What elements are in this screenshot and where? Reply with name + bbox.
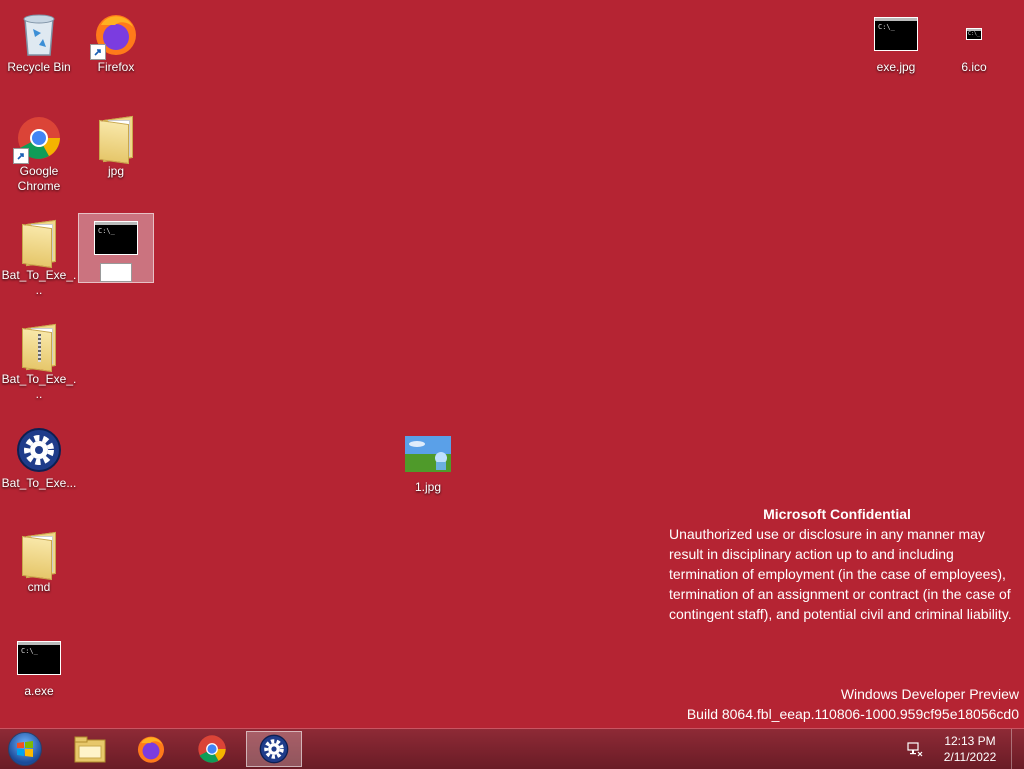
confidential-watermark: Microsoft Confidential Unauthorized use … xyxy=(669,504,1019,624)
gear-icon xyxy=(15,426,63,474)
folder-icon xyxy=(92,114,140,165)
firefox-icon xyxy=(137,736,165,763)
taskbar-chrome[interactable] xyxy=(184,731,240,767)
windows-logo-icon xyxy=(8,732,42,766)
small-cmd-icon: C:\_ xyxy=(950,10,998,58)
desktop-icon-label: Bat_To_Exe... xyxy=(1,476,77,490)
desktop-icon-jpg-folder[interactable]: jpg xyxy=(78,110,154,179)
desktop-icon-label: Recycle Bin xyxy=(7,60,71,74)
taskbar-file-explorer[interactable] xyxy=(62,731,118,767)
shortcut-arrow-icon xyxy=(90,44,106,60)
image-thumbnail-icon xyxy=(404,430,452,478)
desktop-icon-recycle-bin[interactable]: Recycle Bin xyxy=(1,6,77,75)
confidential-body: Unauthorized use or disclosure in any ma… xyxy=(669,526,1012,622)
desktop-icon-cmd-folder[interactable]: cmd xyxy=(1,526,77,595)
show-desktop-button[interactable] xyxy=(1011,729,1024,769)
desktop-icon-selected-renaming[interactable]: C:\_ xyxy=(78,213,154,283)
desktop-icon-label: 1.jpg xyxy=(414,480,442,494)
desktop-icon-a-exe[interactable]: C:\_ a.exe xyxy=(1,630,77,699)
recycle-bin-icon xyxy=(15,10,63,58)
desktop-icon-1-jpg[interactable]: 1.jpg xyxy=(390,426,466,495)
chrome-icon xyxy=(13,114,63,164)
desktop-icon-label: Google Chrome xyxy=(17,164,61,193)
desktop-icon-exe-jpg[interactable]: C:\_ exe.jpg xyxy=(858,6,934,75)
system-tray: 12:13 PM 2/11/2022 xyxy=(903,729,1024,769)
desktop-icon-label: Firefox xyxy=(97,60,135,74)
confidential-heading: Microsoft Confidential xyxy=(763,506,911,522)
gear-icon xyxy=(259,734,289,764)
taskbar: 12:13 PM 2/11/2022 xyxy=(0,728,1024,769)
cmd-window-icon: C:\_ xyxy=(92,218,140,258)
network-icon[interactable] xyxy=(903,737,927,761)
folder-icon xyxy=(15,530,63,581)
build-watermark: Windows Developer Preview Build 8064.fbl… xyxy=(687,684,1019,724)
desktop[interactable]: Recycle Bin Firefox Google Chrome jpg Ba… xyxy=(0,0,1024,728)
cmd-window-icon: C:\_ xyxy=(15,634,63,682)
desktop-icon-bat-to-exe-folder[interactable]: Bat_To_Exe_... xyxy=(1,214,77,298)
taskbar-firefox[interactable] xyxy=(123,731,179,767)
start-button[interactable] xyxy=(6,731,44,767)
desktop-icon-label: Bat_To_Exe_... xyxy=(1,372,77,401)
desktop-icon-bat-to-exe-app[interactable]: Bat_To_Exe... xyxy=(1,422,77,491)
file-explorer-icon xyxy=(74,736,106,763)
zip-folder-icon xyxy=(15,322,63,373)
product-name: Windows Developer Preview xyxy=(840,686,1019,702)
folder-icon xyxy=(15,218,63,269)
desktop-icon-label: jpg xyxy=(107,164,124,178)
clock-time: 12:13 PM xyxy=(944,734,996,748)
rename-input[interactable] xyxy=(100,263,132,282)
desktop-icon-6-ico[interactable]: C:\_ 6.ico xyxy=(936,6,1012,75)
desktop-icon-label: Bat_To_Exe_... xyxy=(1,268,77,297)
cmd-window-icon: C:\_ xyxy=(872,10,920,58)
firefox-icon xyxy=(90,10,140,60)
taskbar-bat-to-exe[interactable] xyxy=(246,731,302,767)
desktop-icon-bat-to-exe-zip[interactable]: Bat_To_Exe_... xyxy=(1,318,77,402)
clock-date: 2/11/2022 xyxy=(943,750,997,764)
shortcut-arrow-icon xyxy=(13,148,29,164)
build-string: Build 8064.fbl_eeap.110806-1000.959cf95e… xyxy=(686,706,1019,722)
desktop-icon-label: cmd xyxy=(27,580,51,594)
chrome-icon xyxy=(198,735,226,763)
desktop-icon-label: a.exe xyxy=(24,684,54,698)
desktop-icon-google-chrome[interactable]: Google Chrome xyxy=(1,110,77,194)
clock[interactable]: 12:13 PM 2/11/2022 xyxy=(935,733,1005,765)
desktop-icon-label: 6.ico xyxy=(961,60,987,74)
desktop-icon-firefox[interactable]: Firefox xyxy=(78,6,154,75)
desktop-icon-label: exe.jpg xyxy=(876,60,916,74)
